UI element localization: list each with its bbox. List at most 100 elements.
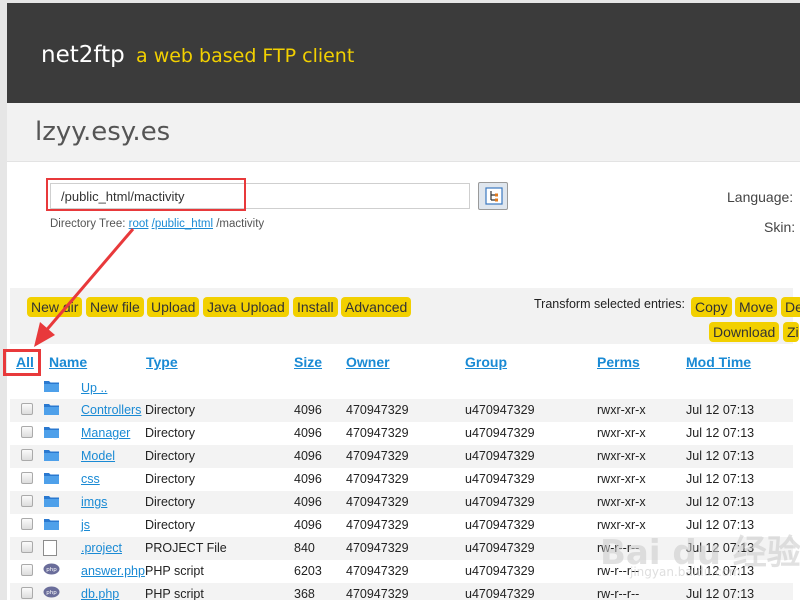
cell-perms: rwxr-xr-x (597, 495, 646, 509)
cell-type: PROJECT File (145, 541, 227, 555)
copy-button[interactable]: Copy (691, 297, 732, 317)
app-name: net2ftp (41, 42, 125, 68)
cell-type: Directory (145, 472, 196, 486)
row-checkbox[interactable] (21, 564, 33, 576)
cell-mod-time: Jul 12 07:13 (686, 495, 755, 509)
table-row: Model Directory 4096 470947329 u470947329 rwx… (10, 445, 793, 468)
table-row: php db.php PHP script 368 470947329 u47094732… (10, 583, 793, 600)
cell-group: u470947329 (465, 541, 535, 555)
up-link[interactable]: Up .. (81, 381, 107, 395)
cell-perms: rwxr-xr-x (597, 472, 646, 486)
watermark-sub: jingyan.baidu.com (630, 565, 741, 579)
directory-tree-button[interactable] (478, 182, 508, 210)
cell-group: u470947329 (465, 449, 535, 463)
download-button[interactable]: Download (709, 322, 780, 342)
upload-button[interactable]: Upload (147, 297, 200, 317)
cell-size: 6203 (294, 564, 322, 578)
column-header-type[interactable]: Type (146, 354, 178, 370)
cell-size: 4096 (294, 472, 322, 486)
folder-icon (43, 425, 60, 442)
directory-tree-breadcrumb: Directory Tree: root /public_html /macti… (50, 218, 264, 230)
table-row: imgs Directory 4096 470947329 u470947329 rwxr… (10, 491, 793, 514)
file-icon (43, 540, 57, 559)
file-name-link[interactable]: answer.php (81, 564, 145, 578)
install-button[interactable]: Install (293, 297, 338, 317)
php-icon: php (43, 586, 60, 600)
table-row: Controllers Directory 4096 470947329 u470947… (10, 399, 793, 422)
table-row: css Directory 4096 470947329 u470947329 rwxr-… (10, 468, 793, 491)
breadcrumb-root-link[interactable]: root (129, 218, 149, 230)
row-checkbox[interactable] (21, 426, 33, 438)
folder-icon (43, 448, 60, 465)
site-bar: lzyy.esy.es (7, 103, 800, 162)
cell-perms: rwxr-xr-x (597, 426, 646, 440)
cell-group: u470947329 (465, 518, 535, 532)
svg-text:php: php (46, 590, 57, 596)
column-header-owner[interactable]: Owner (346, 354, 390, 370)
folder-icon (43, 517, 60, 534)
cell-perms: rwxr-xr-x (597, 449, 646, 463)
cell-perms: rwxr-xr-x (597, 403, 646, 417)
cell-group: u470947329 (465, 587, 535, 600)
cell-group: u470947329 (465, 426, 535, 440)
cell-mod-time: Jul 12 07:13 (686, 426, 755, 440)
cell-type: PHP script (145, 564, 204, 578)
cell-owner: 470947329 (346, 495, 409, 509)
column-header-group[interactable]: Group (465, 354, 507, 370)
column-header-mod-time[interactable]: Mod Time (686, 354, 751, 370)
row-checkbox[interactable] (21, 541, 33, 553)
row-checkbox[interactable] (21, 518, 33, 530)
advanced-button[interactable]: Advanced (341, 297, 412, 317)
row-checkbox[interactable] (21, 403, 33, 415)
cell-mod-time: Jul 12 07:13 (686, 403, 755, 417)
column-header-perms[interactable]: Perms (597, 354, 640, 370)
delete-button[interactable]: De (781, 297, 800, 317)
zip-button[interactable]: Zi (783, 322, 799, 342)
svg-text:php: php (46, 567, 57, 573)
column-header-name[interactable]: Name (49, 354, 87, 370)
row-checkbox[interactable] (21, 495, 33, 507)
folder-icon (44, 381, 59, 392)
file-name-link[interactable]: imgs (81, 495, 107, 509)
file-name-link[interactable]: js (81, 518, 90, 532)
move-button[interactable]: Move (735, 297, 778, 317)
cell-owner: 470947329 (346, 403, 409, 417)
file-name-link[interactable]: .project (81, 541, 122, 555)
file-name-link[interactable]: Controllers (81, 403, 141, 417)
new-file-button[interactable]: New file (86, 297, 144, 317)
cell-type: Directory (145, 449, 196, 463)
tree-icon (485, 187, 503, 205)
cell-size: 4096 (294, 426, 322, 440)
row-checkbox[interactable] (21, 449, 33, 461)
cell-size: 840 (294, 541, 315, 555)
file-name-link[interactable]: Model (81, 449, 115, 463)
cell-group: u470947329 (465, 495, 535, 509)
file-name-link[interactable]: Manager (81, 426, 130, 440)
cell-owner: 470947329 (346, 587, 409, 600)
cell-group: u470947329 (465, 564, 535, 578)
select-all-link[interactable]: All (16, 354, 34, 370)
header-bar: net2ftp a web based FTP client (7, 3, 800, 103)
site-name: lzyy.esy.es (35, 117, 171, 147)
row-checkbox[interactable] (21, 587, 33, 599)
app-tagline: a web based FTP client (136, 45, 355, 67)
cell-type: Directory (145, 495, 196, 509)
cell-type: Directory (145, 403, 196, 417)
file-name-link[interactable]: css (81, 472, 100, 486)
php-icon: php (43, 563, 60, 578)
folder-icon (43, 402, 60, 419)
cell-owner: 470947329 (346, 541, 409, 555)
row-checkbox[interactable] (21, 472, 33, 484)
cell-size: 368 (294, 587, 315, 600)
cell-type: Directory (145, 518, 196, 532)
new-dir-button[interactable]: New dir (27, 297, 83, 317)
app-brand: net2ftp a web based FTP client (41, 42, 354, 68)
java-upload-button[interactable]: Java Upload (203, 297, 289, 317)
cell-type: PHP script (145, 587, 204, 600)
breadcrumb-public-html-link[interactable]: /public_html (152, 218, 213, 230)
highlight-directory-box (46, 178, 246, 211)
directory-tree-label: Directory Tree: (50, 218, 126, 230)
cell-type: Directory (145, 426, 196, 440)
file-name-link[interactable]: db.php (81, 587, 119, 600)
column-header-size[interactable]: Size (294, 354, 322, 370)
